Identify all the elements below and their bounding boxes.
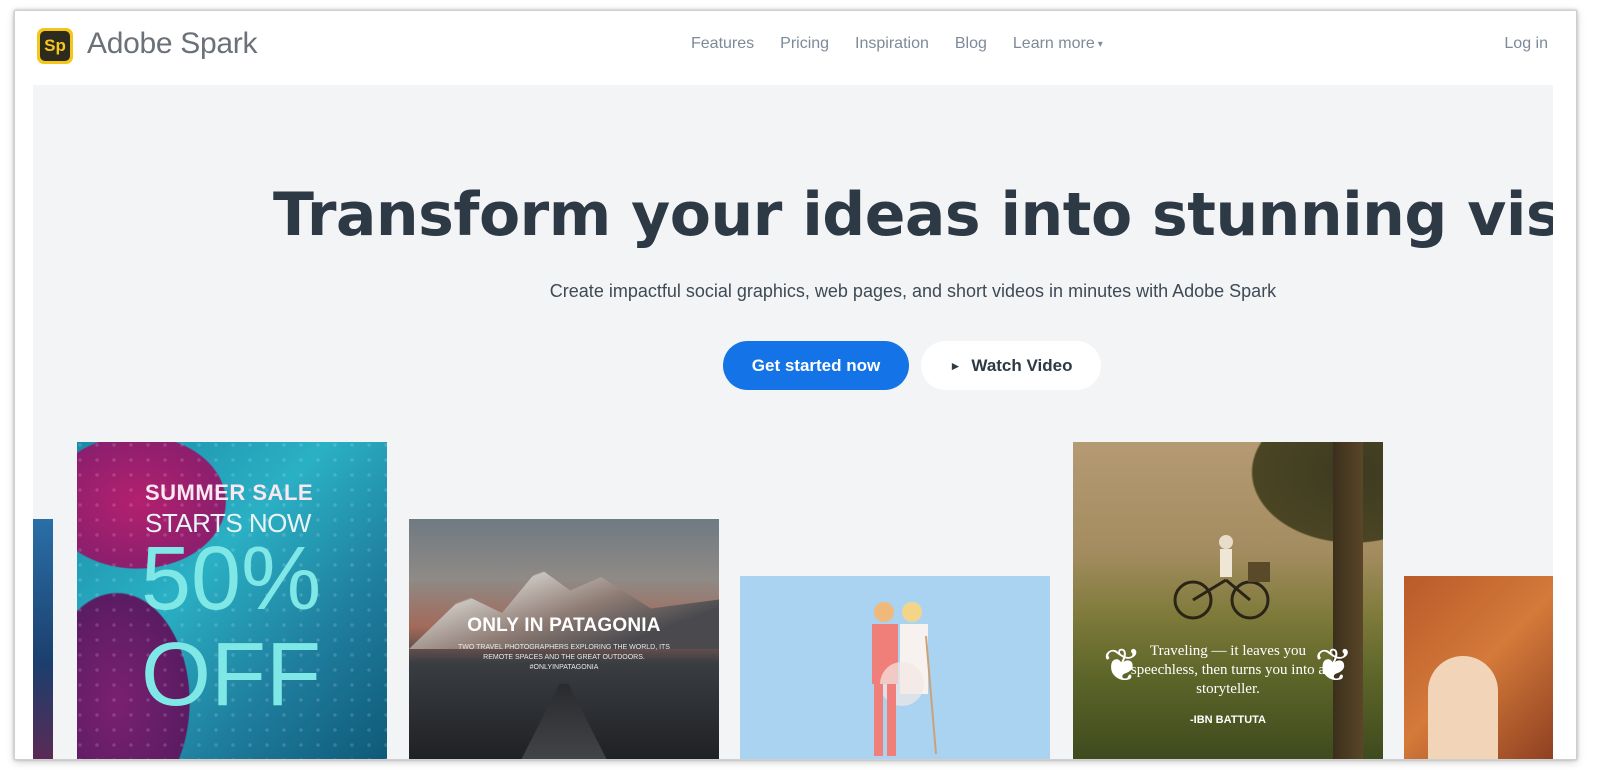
logo-badge-text: Sp (40, 31, 70, 61)
showcase-card-patagonia[interactable]: ONLY IN PATAGONIA TWO TRAVEL PHOTOGRAPHE… (409, 519, 719, 759)
travel-quote-text: Traveling — it leaves you speechless, th… (1130, 643, 1326, 697)
site-header: Sp Adobe Spark Features Pricing Inspirat… (15, 11, 1576, 85)
play-icon: ► (949, 358, 962, 373)
nav-learn-more-label: Learn more (1012, 35, 1095, 52)
summer-sale-percent: 50% (141, 529, 322, 629)
brand-name[interactable]: Adobe Spark (87, 27, 257, 61)
nav-pricing[interactable]: Pricing (780, 35, 829, 53)
watch-video-label: Watch Video (971, 355, 1073, 375)
nav-features[interactable]: Features (691, 35, 754, 53)
hero-section: Transform your ideas into stunning visua… (33, 85, 1553, 759)
child-photo (1428, 656, 1498, 759)
showcase-card-summer-sale[interactable]: SUMMER SALE STARTS NOW 50% OFF (77, 442, 387, 759)
main-nav: Features Pricing Inspiration Blog Learn … (691, 35, 1103, 53)
nav-inspiration[interactable]: Inspiration (855, 35, 929, 53)
showcase-card-partial-right[interactable] (1404, 576, 1553, 759)
showcase-card-partial-left[interactable] (33, 519, 53, 759)
spark-logo-icon[interactable]: Sp (37, 28, 73, 64)
summer-sale-off: OFF (141, 625, 321, 725)
showcase-card-travel-quote[interactable]: ❦ ❦ Traveling — it leaves you speechless… (1073, 442, 1383, 759)
get-started-button[interactable]: Get started now (723, 341, 909, 390)
login-link[interactable]: Log in (1504, 35, 1548, 53)
nav-blog[interactable]: Blog (955, 35, 987, 53)
travel-quote-author: -IBN BATTUTA (1190, 714, 1266, 726)
patagonia-subtitle: TWO TRAVEL PHOTOGRAPHERS EXPLORING THE W… (458, 644, 670, 671)
patagonia-title: ONLY IN PATAGONIA (467, 615, 661, 636)
chevron-down-icon: ▾ (1097, 38, 1103, 50)
cyclist-image (1173, 535, 1270, 620)
wedding-couple-illustration (872, 602, 937, 756)
tree-trunk-image (1333, 442, 1363, 759)
get-started-label: Get started now (751, 355, 881, 375)
hero-headline: Transform your ideas into stunning visua… (273, 180, 1553, 250)
showcase-card-wedding[interactable] (740, 576, 1050, 759)
nav-learn-more[interactable]: Learn more ▾ (1013, 35, 1103, 53)
summer-sale-heading: SUMMER SALE (145, 480, 314, 505)
browser-window: Sp Adobe Spark Features Pricing Inspirat… (14, 10, 1577, 760)
hero-subheadline: Create impactful social graphics, web pa… (549, 281, 1277, 301)
page: Sp Adobe Spark Features Pricing Inspirat… (0, 0, 1603, 770)
road-image (519, 684, 609, 759)
watch-video-button[interactable]: ► Watch Video (921, 341, 1101, 390)
